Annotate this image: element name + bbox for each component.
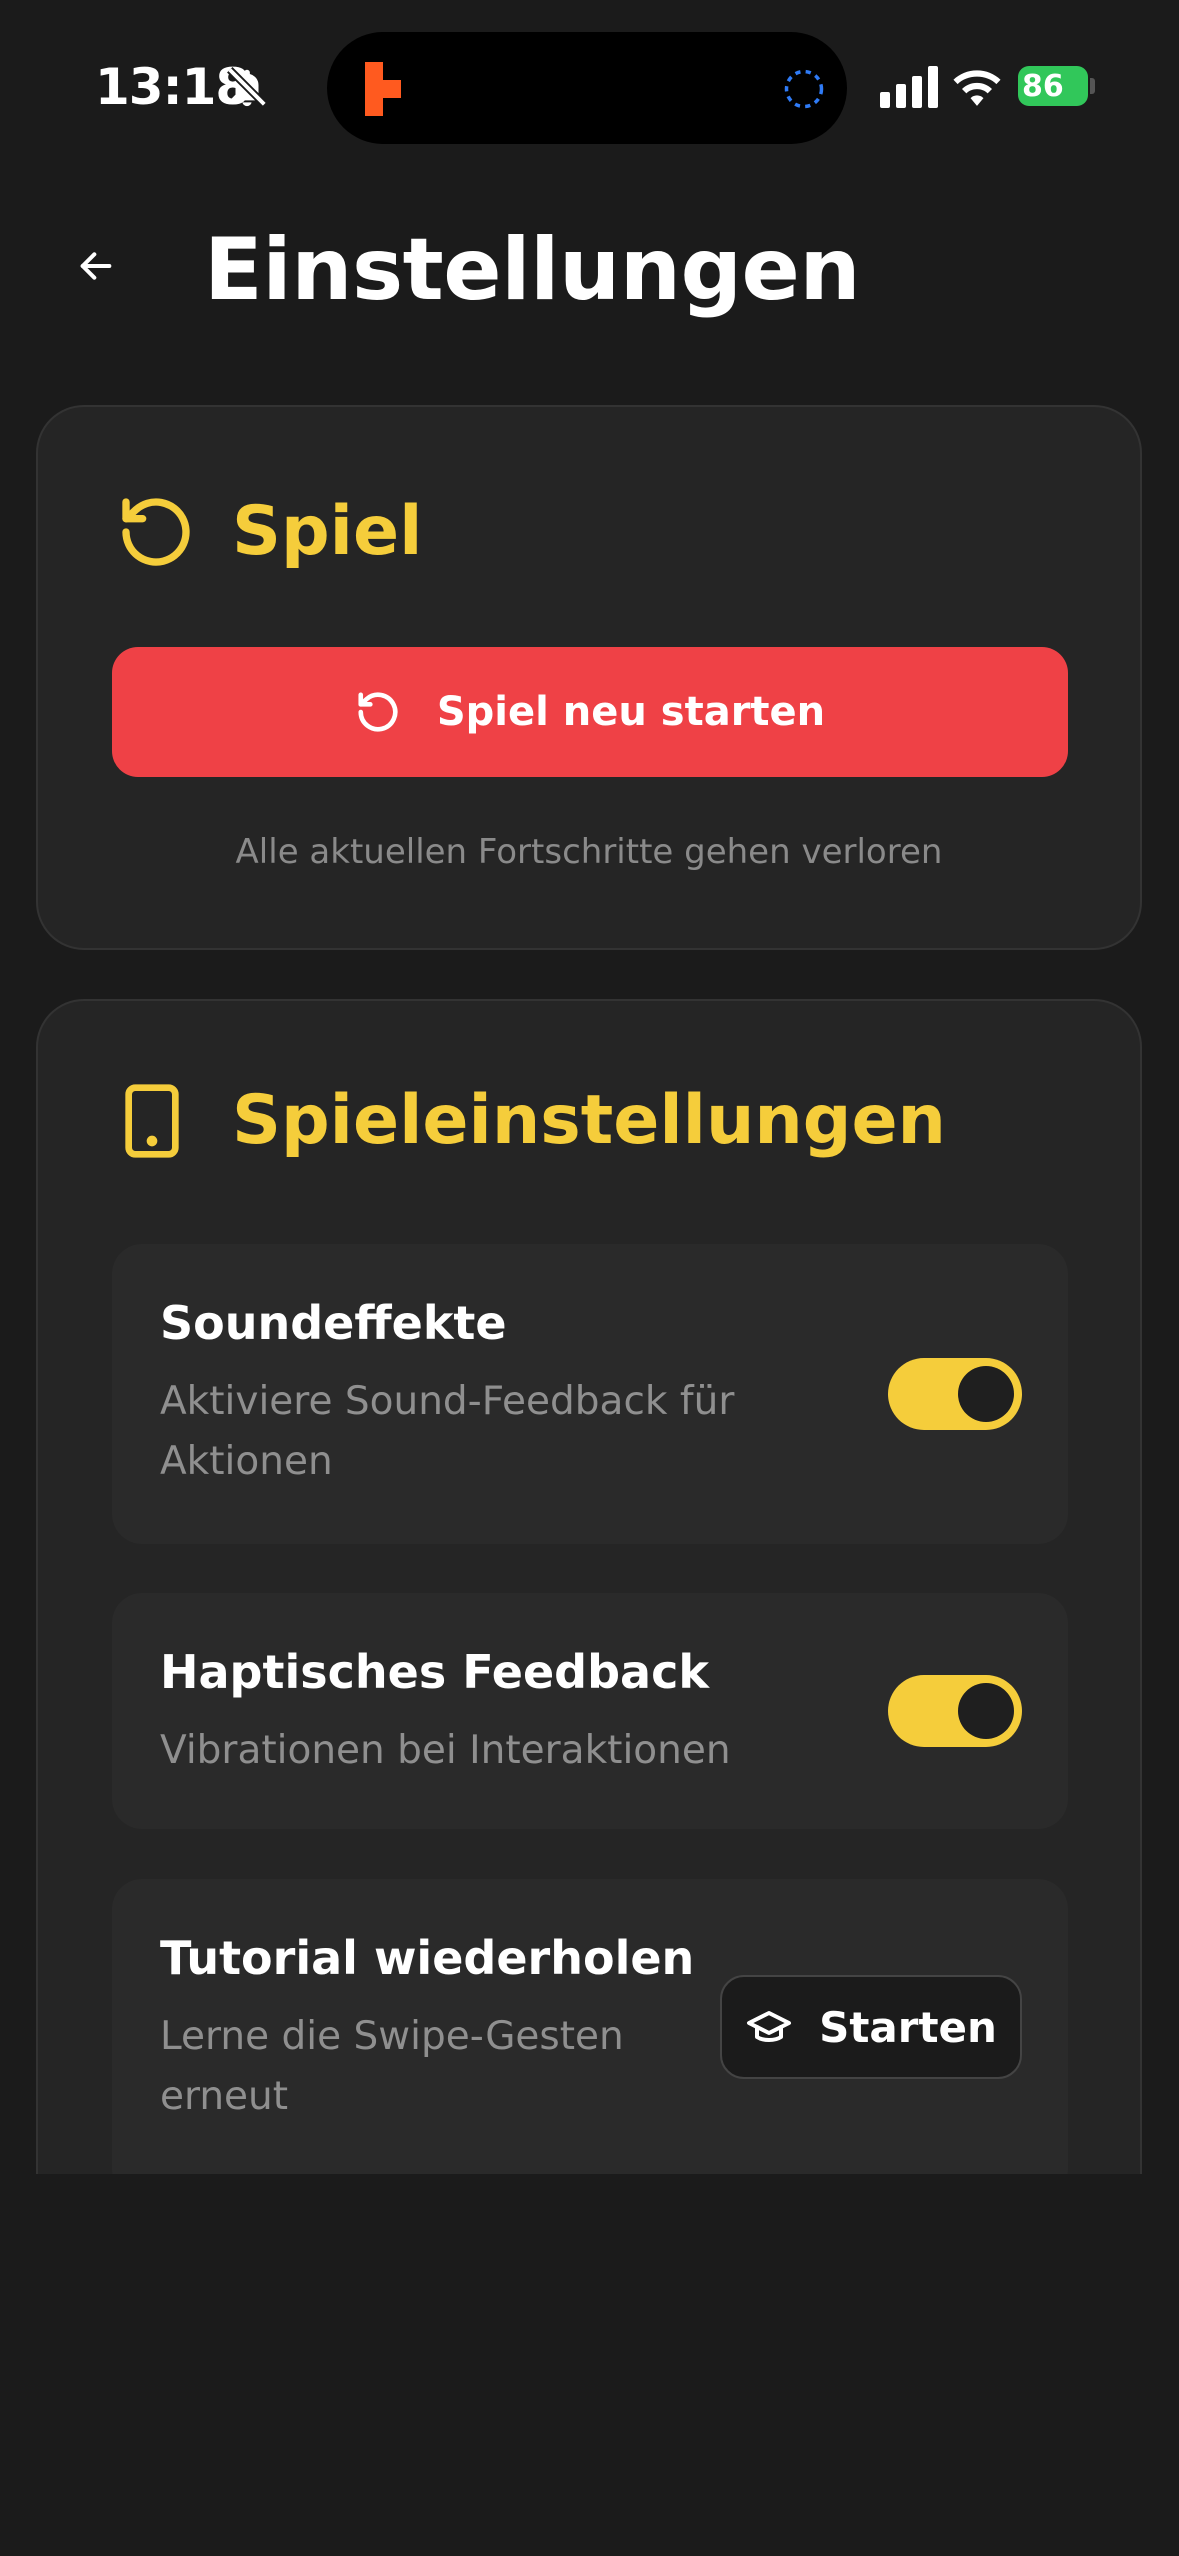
restart-hint: Alle aktuellen Fortschritte gehen verlor… (235, 832, 943, 872)
setting-row-haptics: Haptisches Feedback Vibrationen bei Inte… (112, 1593, 1068, 1829)
game-section-card: Spiel Spiel neu starten Alle aktuellen F… (36, 405, 1142, 950)
setting-title: Tutorial wiederholen (160, 1931, 695, 1985)
setting-row-sound: Soundeffekte Aktiviere Sound-Feedback fü… (112, 1244, 1068, 1544)
haptics-toggle[interactable] (888, 1675, 1022, 1747)
smartphone-icon (125, 1084, 179, 1158)
setting-description: Lerne die Swipe-Gesten erneut (160, 2014, 624, 2119)
setting-description: Aktiviere Sound-Feedback für Aktionen (160, 1379, 735, 1484)
rotate-ccw-icon (122, 498, 190, 566)
status-bar: 13:18 86 (0, 0, 1179, 160)
signal-icon (880, 66, 938, 108)
restart-icon (358, 692, 398, 732)
dynamic-island (327, 32, 847, 144)
setting-title: Haptisches Feedback (160, 1645, 709, 1699)
wifi-icon (953, 70, 1001, 106)
setting-title: Soundeffekte (160, 1296, 507, 1350)
section-title-settings: Spieleinstellungen (232, 1081, 946, 1160)
toggle-knob (958, 1683, 1014, 1739)
setting-description: Vibrationen bei Interaktionen (160, 1728, 731, 1773)
setting-row-tutorial: Tutorial wiederholen Lerne die Swipe-Ges… (112, 1879, 1068, 2174)
arrow-left-icon (80, 252, 112, 280)
section-title-game: Spiel (232, 492, 423, 571)
page-title: Einstellungen (204, 220, 861, 320)
battery-charging-icon: 86 (1018, 66, 1095, 106)
start-button-label: Starten (819, 2002, 997, 2052)
sound-toggle[interactable] (888, 1358, 1022, 1430)
loading-spinner-icon (784, 69, 824, 109)
restart-game-button[interactable]: Spiel neu starten (112, 647, 1068, 777)
settings-section-card: Spieleinstellungen Soundeffekte Aktivier… (36, 999, 1142, 2174)
graduation-cap-icon (747, 2011, 792, 2042)
toggle-knob (958, 1366, 1014, 1422)
start-tutorial-button[interactable]: Starten (720, 1975, 1022, 2079)
bell-slash-icon (227, 67, 267, 107)
back-button[interactable] (58, 228, 134, 304)
restart-button-label: Spiel neu starten (436, 689, 826, 735)
battery-level: 86 (1022, 69, 1064, 104)
app-activity-icon (365, 62, 401, 116)
